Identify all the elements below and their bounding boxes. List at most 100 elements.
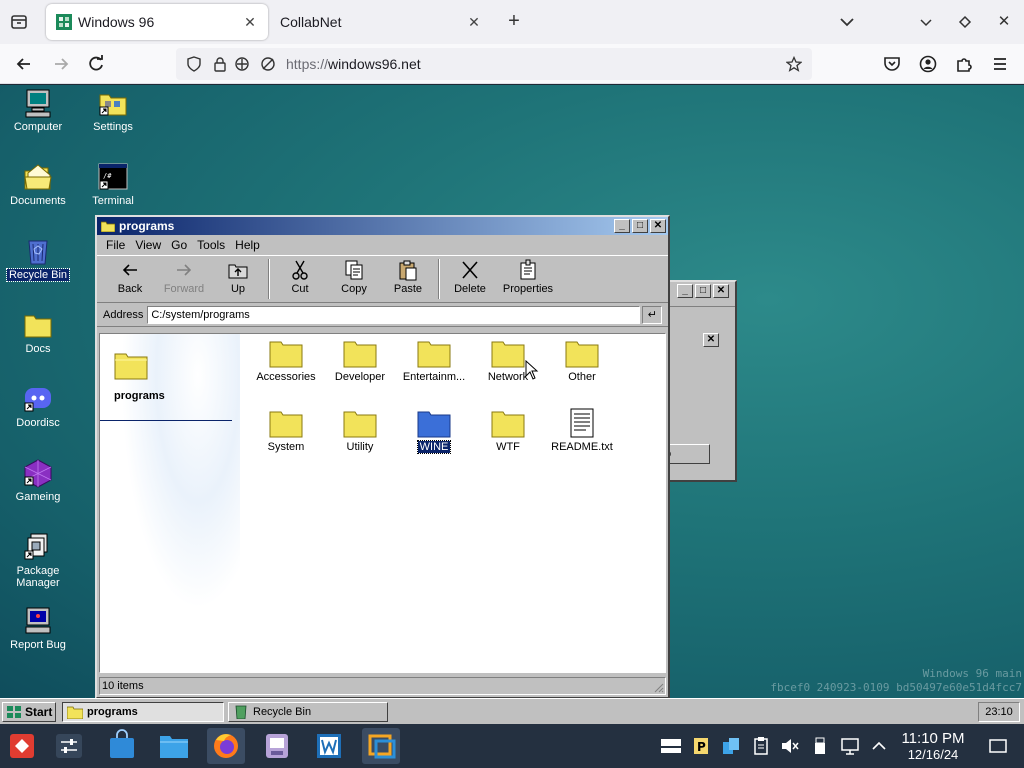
address-input[interactable]: C:/system/programs	[147, 305, 641, 324]
store-button[interactable]	[103, 728, 141, 764]
menu-file[interactable]: File	[101, 238, 130, 252]
folder-item-developer[interactable]: Developer	[324, 338, 396, 383]
tray-updates-icon[interactable]	[721, 736, 741, 756]
permissions-icon[interactable]	[234, 56, 250, 72]
close-tab-icon[interactable]: ✕	[464, 12, 484, 32]
browser-tab-windows96[interactable]: Windows 96 ✕	[46, 4, 268, 40]
tray-network-icon[interactable]	[840, 736, 860, 756]
menu-tools[interactable]: Tools	[192, 238, 230, 252]
tray-expand-button[interactable]	[869, 736, 889, 756]
url-bar[interactable]: https://windows96.net	[176, 48, 812, 80]
folder-item-wine[interactable]: WINE	[398, 408, 470, 454]
menu-view[interactable]: View	[130, 238, 166, 252]
minimize-button[interactable]: _	[677, 284, 693, 298]
background-window[interactable]: _ □ ✕ ✕ o	[660, 280, 737, 482]
file-manager-button[interactable]	[155, 728, 193, 764]
desktop-icon-terminal[interactable]: /# Terminal	[75, 161, 151, 207]
windows96-desktop[interactable]: Computer Settings Documents /# Terminal …	[0, 85, 1024, 698]
folder-item-wtf[interactable]: WTF	[472, 408, 544, 453]
address-go-button[interactable]: ↵	[642, 305, 663, 324]
minimize-button[interactable]: _	[614, 219, 630, 233]
minimize-window-button[interactable]	[915, 11, 937, 33]
lock-icon[interactable]	[212, 56, 228, 72]
start-button[interactable]: Start	[2, 702, 56, 722]
account-button[interactable]	[917, 53, 939, 75]
pocket-button[interactable]	[881, 53, 903, 75]
tab-list-button[interactable]	[8, 11, 30, 33]
file-view-pane[interactable]: programs Accessories Developer Entertain…	[99, 333, 666, 673]
writer-button[interactable]	[310, 728, 348, 764]
copy-button[interactable]: Copy	[327, 259, 381, 295]
browser-tab-collabnet[interactable]: CollabNet ✕	[270, 4, 492, 40]
folder-item-other[interactable]: Other	[546, 338, 618, 383]
close-button[interactable]: ✕	[713, 284, 729, 298]
maximize-window-button[interactable]	[954, 11, 976, 33]
app-launcher-icon	[10, 734, 34, 758]
explorer-window[interactable]: programs _ □ ✕ File View Go Tools Help B…	[95, 215, 670, 698]
maximize-button[interactable]: □	[695, 284, 711, 298]
folder-item-system[interactable]: System	[250, 408, 322, 453]
tracking-blocked-icon[interactable]	[260, 56, 276, 72]
back-button[interactable]: Back	[103, 259, 157, 295]
desktop-icon-documents[interactable]: Documents	[0, 161, 76, 207]
url-text[interactable]: https://windows96.net	[286, 56, 421, 72]
cut-button[interactable]: Cut	[273, 259, 327, 295]
firefox-icon	[214, 734, 238, 758]
tray-volume-icon[interactable]	[780, 736, 800, 756]
text-file-icon	[570, 408, 594, 438]
desktop-icon-gameing[interactable]: Gameing	[0, 457, 76, 503]
paste-button[interactable]: Paste	[381, 259, 435, 295]
taskbar-button-recycle-bin[interactable]: Recycle Bin	[228, 702, 388, 722]
virtualbox-button[interactable]	[362, 728, 400, 764]
folder-item-entertainment[interactable]: Entertainm...	[398, 338, 470, 383]
up-button[interactable]: Up	[211, 259, 265, 295]
title-bar[interactable]: programs _ □ ✕	[97, 217, 668, 235]
host-clock-date[interactable]: 12/16/24	[896, 748, 970, 761]
icon-label: Report Bug	[10, 639, 66, 651]
bookmark-star-icon[interactable]	[786, 56, 802, 72]
folder-item-utility[interactable]: Utility	[324, 408, 396, 453]
reload-button[interactable]	[85, 53, 107, 75]
properties-button[interactable]: Properties	[497, 259, 559, 295]
firefox-button[interactable]	[207, 728, 245, 764]
dialog-close-button[interactable]: ✕	[703, 333, 719, 347]
desktop-icon-package-manager[interactable]: Package Manager	[0, 531, 76, 589]
tray-app-icon[interactable]: P	[691, 736, 711, 756]
menu-help[interactable]: Help	[230, 238, 265, 252]
item-label: Developer	[334, 371, 386, 383]
folder-item-accessories[interactable]: Accessories	[250, 338, 322, 383]
resize-grip-icon[interactable]	[652, 681, 664, 693]
close-window-button[interactable]: ✕	[993, 11, 1015, 33]
desktop-icon-doordisc[interactable]: Doordisc	[0, 383, 76, 429]
delete-button[interactable]: Delete	[443, 259, 497, 295]
new-tab-button[interactable]: +	[503, 11, 525, 33]
extensions-button[interactable]	[953, 53, 975, 75]
desktop-icon-docs[interactable]: Docs	[0, 309, 76, 355]
desktop-icon-settings[interactable]: Settings	[75, 87, 151, 133]
tray-battery-icon[interactable]	[810, 736, 830, 756]
taskbar-button-programs[interactable]: programs	[62, 702, 224, 722]
virtual-machine-button[interactable]	[258, 728, 296, 764]
desktop-icon-recycle-bin[interactable]: Recycle Bin	[0, 235, 76, 282]
back-button[interactable]	[13, 53, 35, 75]
maximize-button[interactable]: □	[632, 219, 648, 233]
system-settings-button[interactable]	[50, 728, 88, 764]
item-label: Accessories	[256, 371, 316, 383]
desktop-icon-computer[interactable]: Computer	[0, 87, 76, 133]
list-all-tabs-button[interactable]	[836, 11, 858, 33]
host-clock-time[interactable]: 11:10 PM	[896, 731, 970, 746]
file-item-readme[interactable]: README.txt	[546, 408, 618, 453]
tray-clipboard-icon[interactable]	[751, 736, 771, 756]
shield-icon[interactable]	[186, 56, 202, 72]
task-label: Recycle Bin	[253, 706, 312, 718]
forward-button[interactable]: Forward	[157, 259, 211, 295]
app-launcher-button[interactable]	[2, 728, 40, 764]
tray-display-icon[interactable]	[660, 736, 681, 756]
close-button[interactable]: ✕	[650, 219, 666, 233]
menu-go[interactable]: Go	[166, 238, 192, 252]
forward-button[interactable]	[50, 53, 72, 75]
desktop-icon-report-bug[interactable]: Report Bug	[0, 605, 76, 651]
app-menu-button[interactable]	[989, 53, 1011, 75]
close-tab-icon[interactable]: ✕	[240, 12, 260, 32]
show-desktop-button[interactable]	[988, 736, 1008, 756]
